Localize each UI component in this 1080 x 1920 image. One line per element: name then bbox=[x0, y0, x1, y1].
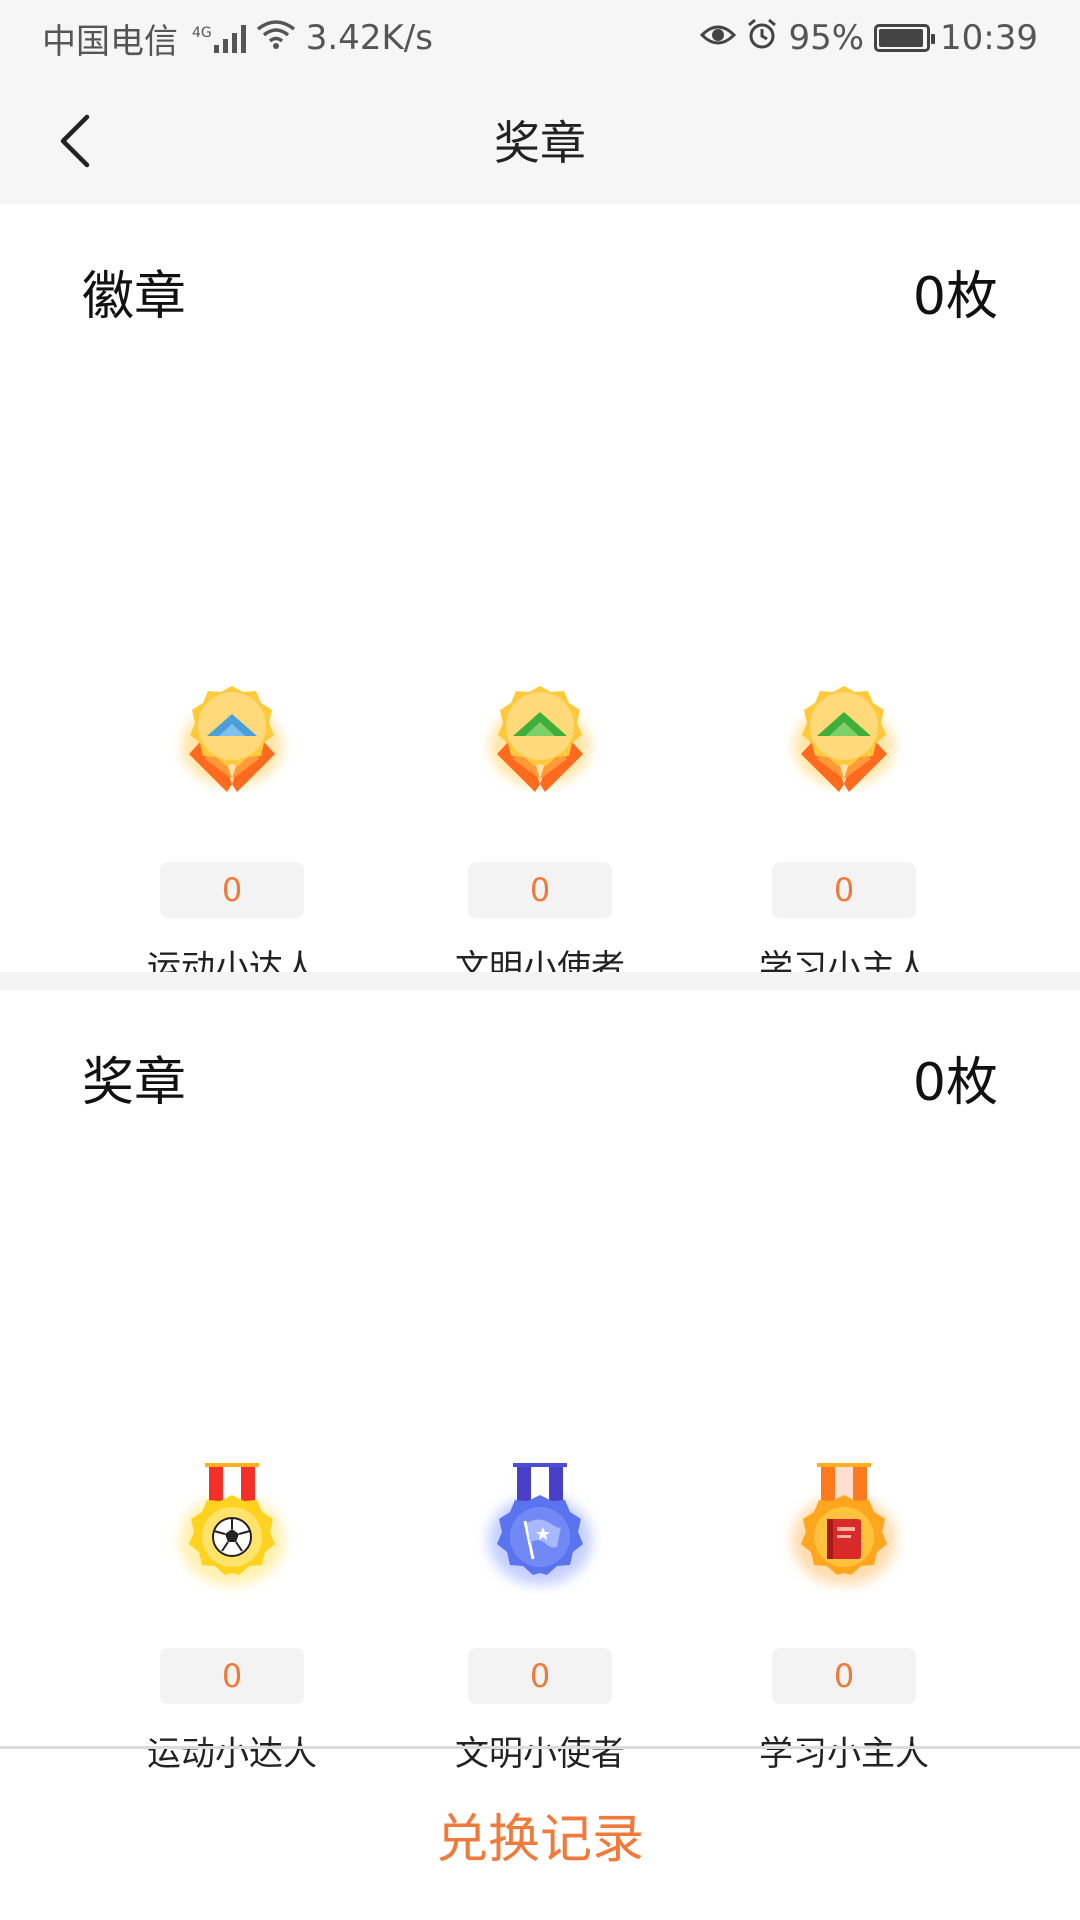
flag-medal-icon bbox=[465, 1450, 615, 1600]
medals-title: 奖章 bbox=[82, 1053, 187, 1113]
badge-blue-stripe-icon bbox=[157, 664, 307, 814]
back-button[interactable] bbox=[40, 106, 110, 176]
medal-count-pill: 0 bbox=[468, 1648, 612, 1704]
medal-count-pill: 0 bbox=[160, 1648, 304, 1704]
medal-count-pill: 0 bbox=[772, 1648, 916, 1704]
nav-bar: 奖章 bbox=[0, 76, 1080, 204]
badge-item-civility[interactable]: 0 文明小使者 bbox=[420, 664, 660, 989]
badge-count-pill: 0 bbox=[160, 862, 304, 918]
badge-item-study[interactable]: 0 学习小主人 bbox=[724, 664, 964, 989]
exchange-record-button[interactable]: 兑换记录 bbox=[0, 1749, 1080, 1920]
book-medal-icon bbox=[769, 1450, 919, 1600]
badges-total-count: 0枚 bbox=[912, 267, 998, 327]
medal-item-sports[interactable]: 0 运动小达人 bbox=[112, 1450, 352, 1775]
badges-title: 徽章 bbox=[82, 267, 187, 327]
medal-item-civility[interactable]: 0 文明小使者 bbox=[420, 1450, 660, 1775]
section-divider bbox=[0, 972, 1080, 990]
status-right: 95% 10:39 bbox=[700, 18, 1038, 59]
badge-green-stripe-icon bbox=[465, 664, 615, 814]
alarm-icon bbox=[746, 18, 778, 59]
medals-total-count: 0枚 bbox=[912, 1053, 998, 1113]
clock-time: 10:39 bbox=[940, 18, 1038, 58]
network-speed: 3.42K/s bbox=[305, 18, 433, 58]
medal-item-study[interactable]: 0 学习小主人 bbox=[724, 1450, 964, 1775]
badges-section: 徽章 0枚 0 运动小达人 0 文明小使者 0 学习小主人 bbox=[0, 204, 1080, 988]
badge-item-sports[interactable]: 0 运动小达人 bbox=[112, 664, 352, 989]
soccer-medal-icon bbox=[157, 1450, 307, 1600]
exchange-record-label: 兑换记录 bbox=[435, 1810, 644, 1870]
status-bar: 中国电信 4G 3.42K/s 95% 10:39 bbox=[0, 0, 1080, 76]
medals-header: 奖章 0枚 bbox=[82, 1040, 998, 1115]
chevron-left-icon bbox=[60, 114, 90, 168]
medals-section: 奖章 0枚 0 运动小达人 0 文明小使者 0 学习小主人 bbox=[0, 990, 1080, 1774]
eye-comfort-icon bbox=[700, 18, 737, 58]
page-title: 奖章 bbox=[494, 116, 586, 170]
badge-count-pill: 0 bbox=[468, 862, 612, 918]
cell-signal-icon: 4G bbox=[192, 23, 246, 53]
badge-green-stripe-icon bbox=[769, 664, 919, 814]
battery-percent: 95% bbox=[788, 18, 865, 58]
wifi-icon bbox=[256, 18, 296, 58]
network-type: 4G bbox=[192, 25, 212, 41]
status-left: 中国电信 4G 3.42K/s bbox=[42, 14, 433, 63]
carrier-name: 中国电信 bbox=[42, 21, 178, 62]
badge-count-pill: 0 bbox=[772, 862, 916, 918]
battery-icon bbox=[874, 24, 936, 52]
badges-header: 徽章 0枚 bbox=[82, 254, 998, 329]
